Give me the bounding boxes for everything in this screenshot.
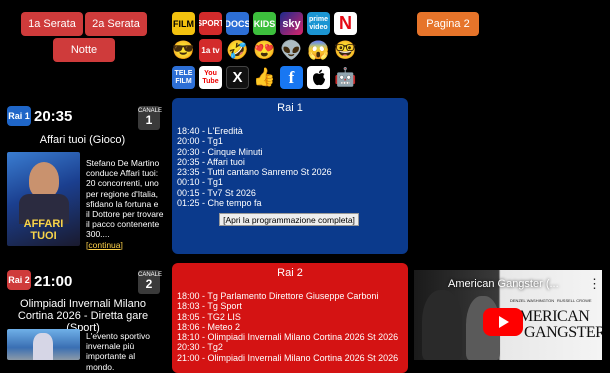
film-category-icon[interactable]: FILM xyxy=(172,12,195,35)
schedule-item: 21:00 - Olimpiadi Invernali Milano Corti… xyxy=(177,352,399,363)
cool-face-icon[interactable]: 😎 xyxy=(172,39,195,62)
schedule-item: 18:05 - TG2 LIS xyxy=(177,311,241,322)
heart-eyes-icon[interactable]: 😍 xyxy=(253,39,276,62)
schedule-item: 00:15 - Tv7 St 2026 xyxy=(177,187,256,198)
rai1-continua-link[interactable]: [continua] xyxy=(86,240,123,250)
schedule-item: 00:10 - Tg1 xyxy=(177,177,223,188)
telefilm-icon[interactable]: TELE FILM xyxy=(172,66,195,89)
thumbnail-title-text: AFFARI TUOI xyxy=(23,218,64,242)
poster-credit-right: RUSSELL CROWE xyxy=(557,298,592,303)
thumbnail-person-shape xyxy=(29,162,59,198)
youtube-play-button[interactable] xyxy=(483,308,523,336)
canale-number: 1 xyxy=(145,113,153,127)
rai1-show-thumbnail[interactable]: AFFARI TUOI xyxy=(7,152,80,246)
kids-category-icon[interactable]: KIDS xyxy=(253,12,276,35)
rai2-canale-badge: CANALE 2 xyxy=(138,270,162,294)
sport-category-icon[interactable]: SPORT xyxy=(199,12,222,35)
scream-face-icon[interactable]: 😱 xyxy=(307,39,330,62)
alien-icon[interactable]: 👽 xyxy=(280,39,303,62)
full-schedule-button[interactable]: [Apri la programmazione completa] xyxy=(219,213,359,226)
rai1-current-show: Affari tuoi (Gioco) xyxy=(39,134,126,146)
netflix-icon[interactable]: N xyxy=(334,12,357,35)
schedule-item: 18:06 - Meteo 2 xyxy=(177,321,241,332)
play-icon xyxy=(499,316,509,328)
rai2-show-thumbnail[interactable] xyxy=(7,329,80,360)
rai2-panel-title: Rai 2 xyxy=(277,267,303,279)
poster-credit-left: DENZEL WASHINGTON xyxy=(510,298,555,303)
rai2-description: L'evento sportivo invernale più importan… xyxy=(86,331,150,372)
rai2-schedule-list: 18:00 - Tg Parlamento Direttore Giuseppe… xyxy=(177,291,408,363)
schedule-item: 20:30 - Tg2 xyxy=(177,342,223,353)
rai1-description-text: Stefano De Martino conduce Affari tuoi: … xyxy=(86,158,164,240)
rai2-schedule-panel: Rai 2 18:00 - Tg Parlamento Direttore Gi… xyxy=(172,263,408,373)
rai1-time: 20:35 xyxy=(34,108,73,125)
facebook-icon[interactable]: f xyxy=(280,66,303,89)
rai1-canale-badge: CANALE 1 xyxy=(138,106,162,130)
rai1-schedule-panel: Rai 1 18:40 - L'Eredità 20:00 - Tg1 20:3… xyxy=(172,98,408,254)
youtube-icon[interactable]: You Tube xyxy=(199,66,222,89)
rai2-time: 21:00 xyxy=(34,273,73,290)
schedule-item: 18:40 - L'Eredità xyxy=(177,126,243,136)
prime-video-icon[interactable]: prime video xyxy=(307,12,330,35)
apple-logo-shape xyxy=(312,69,325,85)
1a-tv-icon[interactable]: 1a tv xyxy=(199,39,222,62)
nerd-face-icon[interactable]: 🤓 xyxy=(334,39,357,62)
laughing-face-icon[interactable]: 🤣 xyxy=(226,39,249,62)
sky-icon[interactable]: sky xyxy=(280,12,303,35)
rai1-schedule-list: 18:40 - L'Eredità 20:00 - Tg1 20:30 - Ci… xyxy=(177,126,408,208)
canale-number: 2 xyxy=(145,277,153,291)
thumbnail-athlete-shape xyxy=(33,333,53,360)
poster-face-left xyxy=(422,290,462,360)
rai1-panel-title: Rai 1 xyxy=(277,102,303,114)
apple-icon[interactable] xyxy=(307,66,330,89)
schedule-item: 01:25 - Che tempo fa xyxy=(177,198,262,209)
rai1-logo: Rai 1 xyxy=(7,106,31,126)
rai2-logo: Rai 2 xyxy=(7,270,31,290)
schedule-item: 18:03 - Tg Sport xyxy=(177,301,242,312)
schedule-item: 20:30 - Cinque Minuti xyxy=(177,146,263,157)
x-icon[interactable]: X xyxy=(226,66,249,89)
schedule-item: 20:00 - Tg1 xyxy=(177,136,223,147)
schedule-item: 20:35 - Affari tuoi xyxy=(177,156,245,167)
rai1-description: Stefano De Martino conduce Affari tuoi: … xyxy=(86,158,164,250)
video-menu-icon[interactable]: ⋮ xyxy=(588,276,601,292)
video-title: American Gangster (... xyxy=(448,278,559,290)
icon-grid: FILM SPORT DOCS KIDS sky prime video N 😎… xyxy=(0,0,610,95)
schedule-item: 23:35 - Tutti cantano Sanremo St 2026 xyxy=(177,167,332,178)
video-embed[interactable]: American Gangster (... ⋮ DENZEL WASHINGT… xyxy=(414,270,602,360)
poster-title-line2: GANGSTER xyxy=(524,324,602,341)
schedule-item: 18:10 - Olimpiadi Invernali Milano Corti… xyxy=(177,332,399,343)
android-icon[interactable]: 🤖 xyxy=(334,66,357,89)
docs-category-icon[interactable]: DOCS xyxy=(226,12,249,35)
schedule-item: 18:00 - Tg Parlamento Direttore Giuseppe… xyxy=(177,291,379,301)
thumbs-up-icon[interactable]: 👍 xyxy=(253,66,276,89)
